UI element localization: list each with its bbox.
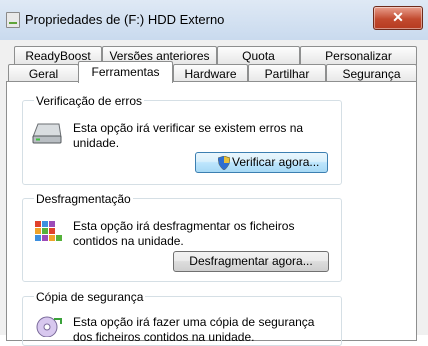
backup-disc-icon	[36, 316, 62, 337]
check-now-label: Verificar agora...	[232, 155, 320, 169]
check-now-button[interactable]: Verificar agora...	[195, 152, 328, 173]
window-title: Propriedades de (F:) HDD Externo	[25, 12, 225, 27]
backup-description: Esta opção irá fazer uma cópia de segura…	[73, 315, 315, 344]
error-check-title: Verificação de erros	[34, 94, 145, 108]
tab-quota[interactable]: Quota	[217, 46, 300, 65]
close-button[interactable]: ✕	[373, 6, 423, 30]
hard-drive-icon	[32, 123, 62, 144]
uac-shield-icon	[218, 156, 230, 170]
drive-properties-icon	[6, 12, 20, 28]
defrag-description: Esta opção irá desfragmentar os ficheiro…	[73, 219, 295, 248]
defragment-now-button[interactable]: Desfragmentar agora...	[173, 251, 329, 272]
error-check-description: Esta opção irá verificar se existem erro…	[73, 121, 304, 150]
title-bar[interactable]: Propriedades de (F:) HDD Externo ✕	[0, 0, 428, 41]
defrag-title: Desfragmentação	[34, 192, 133, 206]
tab-ferramentas[interactable]: Ferramentas	[78, 61, 173, 83]
defragment-icon	[35, 221, 62, 241]
tab-personalizar[interactable]: Personalizar	[300, 46, 417, 65]
backup-title: Cópia de segurança	[34, 290, 146, 304]
